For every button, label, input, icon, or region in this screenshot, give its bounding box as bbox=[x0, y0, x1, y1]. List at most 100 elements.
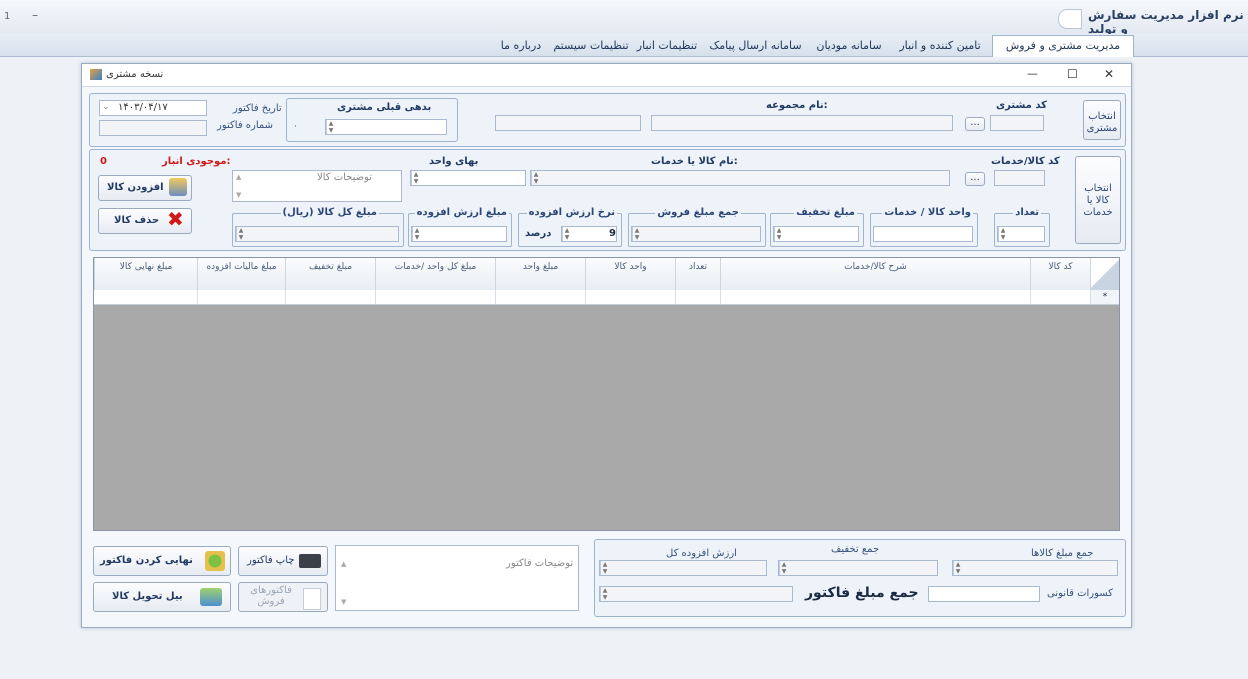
scroll-up-icon[interactable]: ▲ bbox=[341, 560, 346, 568]
cell-unit-total[interactable] bbox=[375, 290, 495, 304]
col-description[interactable]: شرح کالا/خدمات bbox=[720, 258, 1030, 290]
total-amount-label: (مبلغ کل کالا (ریال bbox=[280, 207, 379, 218]
tab-taxpayer-system[interactable]: سامانه مودیان bbox=[810, 37, 888, 55]
spinner-icon[interactable]: ▲ ▼ bbox=[412, 227, 421, 241]
add-product-button[interactable]: افزودن کالا bbox=[98, 175, 192, 201]
scroll-down-icon[interactable]: ▼ bbox=[341, 598, 346, 606]
table-row[interactable]: * bbox=[94, 290, 1119, 305]
finalize-invoice-button[interactable]: نهایی کردن فاکتور bbox=[93, 546, 231, 576]
spinner-icon[interactable]: ▲ ▼ bbox=[632, 227, 641, 241]
col-vat-amount[interactable]: مبلغ مالیات افزوده bbox=[197, 258, 285, 290]
window-maximize-button[interactable]: ☐ bbox=[1067, 67, 1078, 81]
spinner-icon[interactable]: ▲ ▼ bbox=[779, 561, 788, 575]
unit-fieldset: واحد کالا / خدمات bbox=[870, 207, 978, 247]
customer-name-field[interactable] bbox=[651, 115, 953, 131]
product-description-field[interactable]: توضیحات کالا ▲ ▼ bbox=[232, 170, 402, 202]
product-name-field[interactable]: ▲ ▼ bbox=[530, 170, 950, 186]
unit-field[interactable] bbox=[873, 226, 973, 242]
cell-count[interactable] bbox=[675, 290, 720, 304]
cell-description[interactable] bbox=[720, 290, 1030, 304]
col-discount[interactable]: مبلغ تخفیف bbox=[285, 258, 375, 290]
tab-supplier-warehouse[interactable]: تامین کننده و انبار bbox=[891, 37, 989, 55]
print-invoice-button[interactable]: چاپ فاکتور bbox=[238, 546, 328, 576]
col-final-amount[interactable]: مبلغ نهایی کالا bbox=[94, 258, 197, 290]
cell-code[interactable] bbox=[1030, 290, 1090, 304]
invoice-notes-field[interactable]: توضیحات فاکتور ▲ ▼ bbox=[335, 545, 579, 611]
count-field[interactable]: ▲ ▼ bbox=[997, 226, 1045, 242]
discount-field[interactable]: ▲ ▼ bbox=[773, 226, 859, 242]
spinner-icon[interactable]: ▲ ▼ bbox=[998, 227, 1007, 241]
total-amount-field[interactable]: ▲ ▼ bbox=[235, 226, 399, 242]
app-title: نرم افزار مدیریت سفارش و تولید bbox=[1088, 8, 1244, 36]
scroll-up-icon[interactable]: ▲ bbox=[236, 173, 241, 181]
legal-deductions-field[interactable] bbox=[928, 586, 1040, 602]
cart-add-icon bbox=[169, 178, 187, 196]
group-name-field[interactable] bbox=[495, 115, 641, 131]
window-title-bar: نسخه مشتری — ☐ ✕ bbox=[82, 64, 1131, 87]
vat-amount-fieldset: مبلغ ارزش افزوده ▲ ▼ bbox=[408, 207, 512, 247]
chevron-down-icon[interactable]: ⌄ bbox=[102, 102, 110, 112]
customer-panel: انتخاب مشتری کد مشتری ... نام مجموعه: بد… bbox=[89, 93, 1126, 147]
spinner-icon[interactable]: ▲ ▼ bbox=[562, 227, 571, 241]
invoice-notes-placeholder: توضیحات فاکتور bbox=[506, 558, 574, 569]
tab-sms-system[interactable]: سامانه ارسال پیامک bbox=[704, 37, 807, 55]
spinner-icon[interactable]: ▲ ▼ bbox=[326, 120, 335, 134]
invoice-items-grid[interactable]: مبلغ نهایی کالا مبلغ مالیات افزوده مبلغ … bbox=[93, 257, 1120, 531]
scroll-down-icon[interactable]: ▼ bbox=[236, 191, 241, 199]
discount-total-label: جمع تخفیف bbox=[831, 544, 880, 555]
remove-product-button[interactable]: حذف کالا ✖ bbox=[98, 207, 192, 234]
legal-deductions-label: کسورات قانونی bbox=[1047, 588, 1113, 599]
minimize-mark[interactable]: – bbox=[32, 8, 38, 22]
remove-product-label: حذف کالا bbox=[114, 215, 160, 226]
col-unit-price[interactable]: مبلغ واحد bbox=[495, 258, 585, 290]
tab-customer-sales[interactable]: مدیریت مشتری و فروش bbox=[992, 35, 1134, 57]
customer-code-field[interactable] bbox=[990, 115, 1044, 131]
cell-vat[interactable] bbox=[197, 290, 285, 304]
tab-warehouse-settings[interactable]: تنظیمات انبار bbox=[633, 37, 701, 55]
col-product-unit[interactable]: واحد کالا bbox=[585, 258, 675, 290]
col-unit-total[interactable]: مبلغ کل واحد /خدمات bbox=[375, 258, 495, 290]
tab-system-settings[interactable]: تنظیمات سیستم bbox=[552, 37, 630, 55]
invoice-date-picker[interactable]: ⌄ ۱۴۰۳/۰۴/۱۷ bbox=[99, 100, 207, 116]
tab-about[interactable]: درباره ما bbox=[493, 37, 549, 55]
window-minimize-button[interactable]: — bbox=[1027, 67, 1038, 80]
spinner-icon[interactable]: ▲ ▼ bbox=[411, 171, 420, 185]
invoice-number-field[interactable] bbox=[99, 120, 207, 136]
unit-price-field[interactable]: ▲ ▼ bbox=[410, 170, 526, 186]
customer-browse-button[interactable]: ... bbox=[965, 117, 985, 131]
col-product-code[interactable]: کد کالا bbox=[1030, 258, 1090, 290]
select-all-corner[interactable] bbox=[1090, 258, 1119, 290]
vat-amount-field[interactable]: ▲ ▼ bbox=[411, 226, 507, 242]
cell-unit[interactable] bbox=[585, 290, 675, 304]
sales-total-field[interactable]: ▲ ▼ bbox=[631, 226, 761, 242]
previous-debt-group: بدهی قبلی مشتری ▲ ▼ · bbox=[286, 98, 458, 142]
quick-access-icon[interactable] bbox=[1058, 9, 1082, 29]
vat-rate-field[interactable]: ▲ ▼ 9 bbox=[561, 226, 617, 242]
finalize-add-icon bbox=[205, 551, 225, 571]
select-customer-button[interactable]: انتخاب مشتری bbox=[1083, 100, 1121, 140]
spinner-icon[interactable]: ▲ ▼ bbox=[236, 227, 245, 241]
sales-total-fieldset: جمع مبلغ فروش ▲ ▼ bbox=[628, 207, 766, 247]
spinner-icon[interactable]: ▲ ▼ bbox=[600, 587, 609, 601]
discount-total-field[interactable]: ▲ ▼ bbox=[778, 560, 938, 576]
delivery-note-button[interactable]: بیل تحویل کالا bbox=[93, 582, 231, 612]
cell-discount[interactable] bbox=[285, 290, 375, 304]
col-count[interactable]: تعداد bbox=[675, 258, 720, 290]
spinner-icon[interactable]: ▲ ▼ bbox=[774, 227, 783, 241]
window-close-button[interactable]: ✕ bbox=[1104, 67, 1114, 81]
cell-unit-price[interactable] bbox=[495, 290, 585, 304]
sales-invoices-button[interactable]: فاکتورهای فروش bbox=[238, 582, 328, 612]
bullet-mark: · bbox=[294, 122, 297, 132]
spinner-icon[interactable]: ▲ ▼ bbox=[600, 561, 609, 575]
select-product-button[interactable]: انتخاب کالا یا خدمات bbox=[1075, 156, 1121, 244]
spinner-icon[interactable]: ▲ ▼ bbox=[953, 561, 962, 575]
spinner-icon[interactable]: ▲ ▼ bbox=[531, 171, 540, 185]
product-code-field[interactable] bbox=[994, 170, 1045, 186]
invoice-total-field[interactable]: ▲ ▼ bbox=[599, 586, 793, 602]
count-fieldset: تعداد ▲ ▼ bbox=[994, 207, 1050, 247]
vat-total-field[interactable]: ▲ ▼ bbox=[599, 560, 767, 576]
discount-fieldset: مبلغ تخفیف ▲ ▼ bbox=[770, 207, 864, 247]
previous-debt-field[interactable]: ▲ ▼ bbox=[325, 119, 447, 135]
goods-total-field[interactable]: ▲ ▼ bbox=[952, 560, 1118, 576]
product-browse-button[interactable]: ... bbox=[965, 172, 985, 186]
